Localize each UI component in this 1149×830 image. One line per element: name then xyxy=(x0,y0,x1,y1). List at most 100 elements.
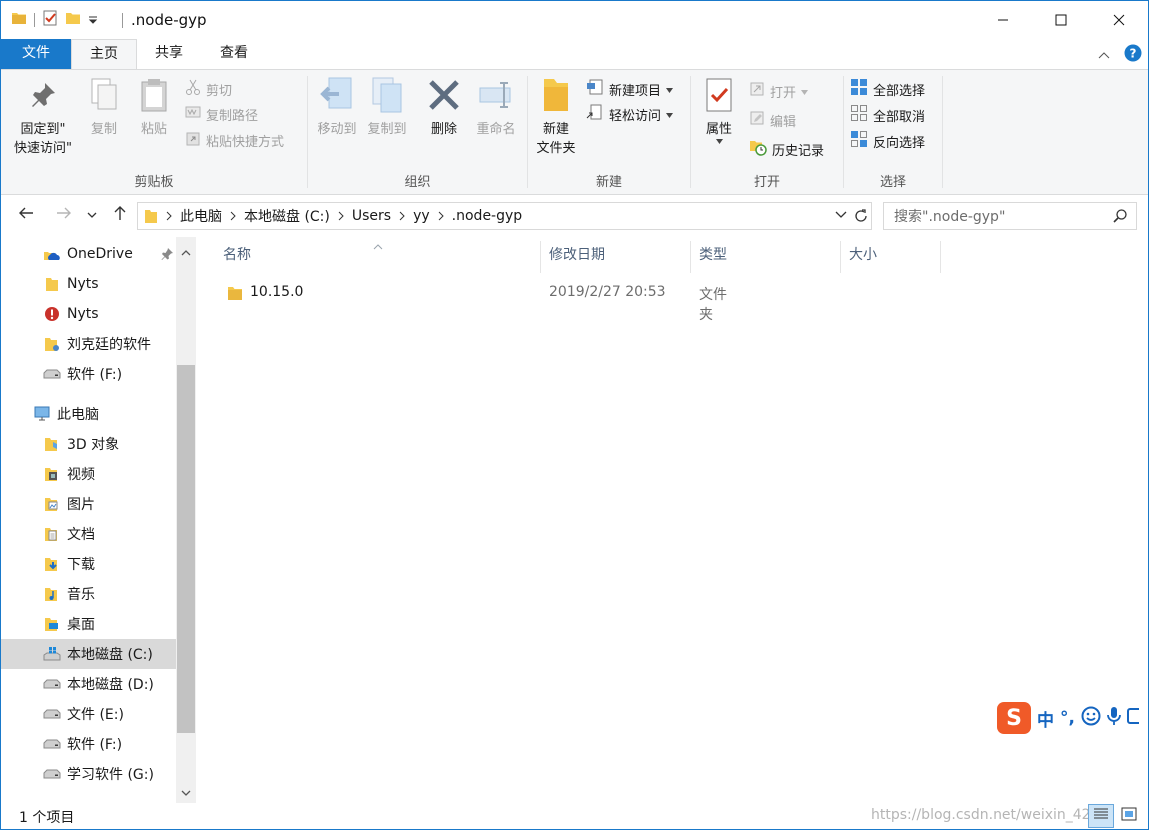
folder-icon xyxy=(144,208,158,224)
emoji-icon[interactable] xyxy=(1081,706,1101,730)
recent-locations-button[interactable] xyxy=(84,204,100,226)
window-title: .node-gyp xyxy=(131,11,207,29)
refresh-icon[interactable] xyxy=(853,208,869,224)
pin-icon xyxy=(28,80,58,116)
chevron-right-icon[interactable] xyxy=(230,211,236,221)
maximize-button[interactable] xyxy=(1032,1,1090,39)
scroll-up-icon[interactable] xyxy=(181,245,191,260)
ribbon-help-area: ? xyxy=(1098,44,1142,66)
nav-item-onedrive[interactable]: OneDrive xyxy=(1,239,176,269)
nav-item-local-disk-d[interactable]: 本地磁盘 (D:) xyxy=(1,669,176,699)
column-header-modified[interactable]: 修改日期 xyxy=(541,241,691,273)
nav-item-desktop[interactable]: 桌面 xyxy=(1,609,176,639)
help-icon[interactable]: ? xyxy=(1124,44,1142,66)
move-to-button[interactable]: 移动到 xyxy=(312,76,362,139)
search-icon[interactable] xyxy=(1112,208,1128,228)
shared-folder-icon xyxy=(43,336,61,352)
large-icons-view-button[interactable] xyxy=(1116,804,1142,828)
history-button[interactable]: 历史记录 xyxy=(749,138,824,160)
scroll-thumb[interactable] xyxy=(177,365,195,733)
properties-check-icon[interactable] xyxy=(42,10,58,30)
back-button[interactable] xyxy=(15,204,37,226)
new-folder-qat-icon[interactable] xyxy=(65,10,81,30)
copy-to-icon xyxy=(369,76,405,120)
properties-button[interactable]: 属性 xyxy=(697,76,741,147)
folder-icon[interactable] xyxy=(11,10,27,30)
address-dropdown-icon[interactable] xyxy=(835,211,847,219)
select-none-button[interactable]: 全部取消 xyxy=(850,104,925,126)
open-button[interactable]: 打开 xyxy=(749,80,809,102)
scroll-down-icon[interactable] xyxy=(181,786,191,801)
minimize-button[interactable] xyxy=(974,1,1032,39)
nav-item-3d-objects[interactable]: 3D 对象 xyxy=(1,429,176,459)
nav-scrollbar[interactable] xyxy=(176,237,196,803)
delete-button[interactable]: 删除 xyxy=(422,76,466,139)
chevron-right-icon[interactable] xyxy=(399,211,405,221)
nav-item-liukting-software[interactable]: 刘克廷的软件 xyxy=(1,329,176,359)
cut-button[interactable]: 剪切 xyxy=(185,78,232,100)
close-button[interactable] xyxy=(1090,1,1148,39)
nav-item-drive-f[interactable]: 软件 (F:) xyxy=(1,729,176,759)
rename-button[interactable]: 重命名 xyxy=(470,76,522,139)
tab-home[interactable]: 主页 xyxy=(71,39,137,69)
pin-icon[interactable] xyxy=(160,247,174,265)
select-all-button[interactable]: 全部选择 xyxy=(850,78,925,100)
details-view-button[interactable] xyxy=(1088,804,1114,828)
nav-item-label: 文档 xyxy=(67,527,95,543)
nav-item-downloads[interactable]: 下载 xyxy=(1,549,176,579)
edit-button[interactable]: 编辑 xyxy=(749,109,796,131)
nav-item-nyts-alert[interactable]: Nyts xyxy=(1,299,176,329)
microphone-icon[interactable] xyxy=(1107,706,1121,730)
breadcrumb-yy[interactable]: yy xyxy=(413,208,430,224)
copy-button[interactable]: 复制 xyxy=(83,76,125,139)
table-row[interactable]: 10.15.0 2019/2/27 20:53 文件夹 xyxy=(219,279,739,323)
history-label: 历史记录 xyxy=(772,143,825,159)
copy-to-button[interactable]: 复制到 xyxy=(362,76,412,139)
nav-item-music[interactable]: 音乐 xyxy=(1,579,176,609)
pin-quick-access-button[interactable]: 固定到" 快速访问" xyxy=(7,76,79,158)
nav-item-drive-e[interactable]: 文件 (E:) xyxy=(1,699,176,729)
tab-view[interactable]: 查看 xyxy=(205,39,263,69)
qat-dropdown-icon[interactable] xyxy=(88,13,98,28)
nav-item-pictures[interactable]: 图片 xyxy=(1,489,176,519)
collapse-ribbon-icon[interactable] xyxy=(1098,48,1110,63)
keyboard-icon[interactable] xyxy=(1126,706,1143,730)
organize-group-label: 组织 xyxy=(404,175,431,190)
ime-punctuation[interactable]: °, xyxy=(1060,708,1075,728)
copy-to-label: 复制到 xyxy=(367,122,407,137)
breadcrumb-users[interactable]: Users xyxy=(352,208,391,224)
column-header-name[interactable]: 名称 xyxy=(215,241,541,273)
nav-item-this-pc[interactable]: 此电脑 xyxy=(1,399,176,429)
nav-item-label: 3D 对象 xyxy=(67,437,120,453)
new-folder-button[interactable]: 新建 文件夹 xyxy=(532,76,580,158)
easy-access-button[interactable]: 轻松访问 xyxy=(586,103,674,125)
forward-button[interactable] xyxy=(53,204,75,226)
tab-share[interactable]: 共享 xyxy=(141,39,197,69)
new-item-button[interactable]: 新建项目 xyxy=(586,78,674,100)
breadcrumb-this-pc[interactable]: 此电脑 xyxy=(180,206,222,226)
paste-button[interactable]: 粘贴 xyxy=(133,76,175,139)
paste-icon xyxy=(138,77,170,119)
chevron-right-icon[interactable] xyxy=(438,211,444,221)
chevron-right-icon[interactable] xyxy=(166,211,172,221)
invert-selection-button[interactable]: 反向选择 xyxy=(850,130,925,152)
tab-file[interactable]: 文件 xyxy=(1,39,71,69)
copy-path-button[interactable]: 复制路径 xyxy=(185,103,258,125)
address-bar[interactable]: 此电脑 本地磁盘 (C:) Users yy .node-gyp xyxy=(137,202,872,230)
up-button[interactable] xyxy=(109,204,131,226)
nav-item-local-disk-c[interactable]: 本地磁盘 (C:) xyxy=(1,639,176,669)
ime-mode[interactable]: 中 xyxy=(1037,706,1054,731)
nav-item-nyts[interactable]: Nyts xyxy=(1,269,176,299)
breadcrumb-local-disk-c[interactable]: 本地磁盘 (C:) xyxy=(244,206,330,226)
paste-shortcut-button[interactable]: 粘贴快捷方式 xyxy=(185,129,284,151)
column-header-size[interactable]: 大小 xyxy=(841,241,941,273)
chevron-right-icon[interactable] xyxy=(338,211,344,221)
column-header-type[interactable]: 类型 xyxy=(691,241,841,273)
nav-item-drive-f-pinned[interactable]: 软件 (F:) xyxy=(1,359,176,389)
nav-item-videos[interactable]: 视频 xyxy=(1,459,176,489)
search-box[interactable]: 搜索".node-gyp" xyxy=(883,202,1137,230)
nav-item-drive-g[interactable]: 学习软件 (G:) xyxy=(1,759,176,789)
sogou-logo-icon[interactable]: S xyxy=(997,702,1031,734)
breadcrumb-node-gyp[interactable]: .node-gyp xyxy=(452,208,523,224)
nav-item-documents[interactable]: 文档 xyxy=(1,519,176,549)
